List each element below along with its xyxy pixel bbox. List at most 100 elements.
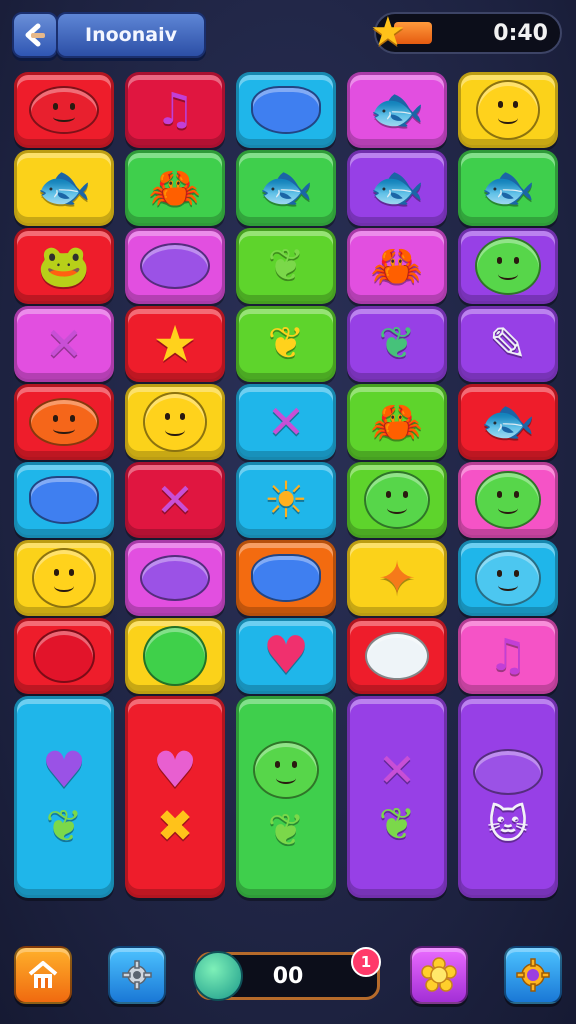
tile-c4-r4[interactable]: ❦ xyxy=(347,306,447,382)
green-blob-face-icon xyxy=(475,471,541,529)
green-ball-icon xyxy=(143,626,207,686)
blue-blob-face-icon xyxy=(475,550,541,606)
white-cat-icon: 🐱 xyxy=(487,802,529,848)
yellow-leaf-icon: ❦ xyxy=(267,318,305,369)
tile-c1-r2[interactable]: 🐟 xyxy=(14,150,114,226)
tile-c1-r3[interactable]: 🐸 xyxy=(14,228,114,304)
tile-c3-r6[interactable]: ☀ xyxy=(236,462,336,538)
orange-fish-icon: 🐟 xyxy=(36,162,92,213)
pencil-icon: ✎ xyxy=(488,317,528,371)
timer-value: 0:40 xyxy=(493,21,548,46)
tile-c4-r6[interactable] xyxy=(347,462,447,538)
tile-c2-r1[interactable]: ♫ xyxy=(125,72,225,148)
orange-x-icon: ✖ xyxy=(156,801,194,852)
options-button[interactable] xyxy=(504,946,562,1004)
green-blob-face-icon xyxy=(253,741,319,799)
tile-c2-r4[interactable]: ★ xyxy=(125,306,225,382)
star-icon: ★ xyxy=(152,315,198,373)
tile-c3-r7[interactable] xyxy=(236,540,336,616)
game-board: 🐟 🐸 ✕ ♥ ❦ ♫ 🦀 ★ ✕ ♥ ✖ 🐟 ❦ ❦ ✕ ☀ ♥ ❦ 🐟 🐟 🦀 ❦ 🦀 ✦ ✕ ❦ 🐟 ✎ 🐟 ♫ 🐱 xyxy=(14,72,562,898)
tile-c3-r4[interactable]: ❦ xyxy=(236,306,336,382)
orange-fish-icon: 🐟 xyxy=(258,162,314,213)
tile-c4-r8[interactable] xyxy=(347,618,447,694)
level-title: Inoonaiv xyxy=(56,12,206,58)
star-icon: ★ xyxy=(370,9,406,55)
tile-c3-r8[interactable]: ♥ xyxy=(236,618,336,694)
smiley-face-icon xyxy=(143,392,207,452)
tile-c2-r3[interactable] xyxy=(125,228,225,304)
tile-c4-r7[interactable]: ✦ xyxy=(347,540,447,616)
tile-c4-r5[interactable]: 🦀 xyxy=(347,384,447,460)
tile-c2-r8[interactable] xyxy=(125,618,225,694)
pink-heart-icon: ♥ xyxy=(262,626,310,686)
purple-heart-icon: ♥ xyxy=(41,741,87,799)
tile-c2-r9[interactable]: ♥ ✖ xyxy=(125,696,225,898)
music-note-icon: ♫ xyxy=(155,84,195,135)
yellow-crab-icon: 🦀 xyxy=(370,241,424,290)
tile-c3-r2[interactable]: 🐟 xyxy=(236,150,336,226)
tile-c4-r9[interactable]: ✕ ❦ xyxy=(347,696,447,898)
score-bar: 00 1 xyxy=(193,947,381,1001)
orange-fish-icon: 🐟 xyxy=(480,162,536,213)
white-shell-icon xyxy=(365,632,429,680)
tile-c2-r2[interactable]: 🦀 xyxy=(125,150,225,226)
tile-c5-r7[interactable] xyxy=(458,540,558,616)
tile-c5-r9[interactable]: 🐱 xyxy=(458,696,558,898)
smiley-face-icon xyxy=(32,548,96,608)
purple-fish-icon: 🐟 xyxy=(369,84,425,135)
crossed-wands-icon: ✕ xyxy=(44,317,84,371)
blue-fish-icon: 🐟 xyxy=(480,396,536,447)
purple-blob-icon xyxy=(473,749,543,795)
tile-c3-r9[interactable]: ❦ xyxy=(236,696,336,898)
tile-c4-r3[interactable]: 🦀 xyxy=(347,228,447,304)
orange-crab-icon: 🦀 xyxy=(148,163,202,212)
red-blob-face-icon xyxy=(29,86,99,134)
tile-c2-r7[interactable] xyxy=(125,540,225,616)
tile-c1-r4[interactable]: ✕ xyxy=(14,306,114,382)
level-title-text: Inoonaiv xyxy=(85,24,177,46)
crossed-wands-icon: ✕ xyxy=(155,473,195,527)
score-value: 00 xyxy=(272,964,304,989)
tile-c5-r3[interactable] xyxy=(458,228,558,304)
tile-c4-r2[interactable]: 🐟 xyxy=(347,150,447,226)
bonus-button[interactable] xyxy=(410,946,468,1004)
wrapped-candy-icon: ✦ xyxy=(377,551,417,605)
red-balloon-icon xyxy=(33,629,95,683)
tile-c1-r8[interactable] xyxy=(14,618,114,694)
tile-c5-r4[interactable]: ✎ xyxy=(458,306,558,382)
tile-c5-r2[interactable]: 🐟 xyxy=(458,150,558,226)
tile-c2-r5[interactable] xyxy=(125,384,225,460)
purple-blob-icon xyxy=(140,243,210,289)
tile-c2-r6[interactable]: ✕ xyxy=(125,462,225,538)
tile-c1-r5[interactable] xyxy=(14,384,114,460)
purple-blob-icon xyxy=(140,555,210,601)
flower-icon xyxy=(421,957,457,992)
back-button[interactable] xyxy=(12,12,58,58)
crossed-wands-icon: ✕ xyxy=(266,395,306,449)
settings-button[interactable] xyxy=(108,946,166,1004)
tile-c5-r6[interactable] xyxy=(458,462,558,538)
tile-c1-r6[interactable] xyxy=(14,462,114,538)
tile-c3-r3[interactable]: ❦ xyxy=(236,228,336,304)
tile-c1-r7[interactable] xyxy=(14,540,114,616)
leaf-icon: ❦ xyxy=(378,799,416,850)
blue-heart-gem-icon xyxy=(29,476,99,524)
smiley-face-icon xyxy=(476,80,540,140)
music-note-icon: ♫ xyxy=(488,630,528,681)
green-frog-icon: 🐸 xyxy=(37,241,91,290)
tile-c5-r8[interactable]: ♫ xyxy=(458,618,558,694)
tile-c3-r1[interactable] xyxy=(236,72,336,148)
tile-c1-r9[interactable]: ♥ ❦ xyxy=(14,696,114,898)
score-badge: 1 xyxy=(351,947,381,977)
tile-c3-r5[interactable]: ✕ xyxy=(236,384,336,460)
tile-c1-r1[interactable] xyxy=(14,72,114,148)
gear-icon xyxy=(122,960,152,990)
tile-c4-r1[interactable]: 🐟 xyxy=(347,72,447,148)
home-icon xyxy=(28,961,58,988)
blue-heart-gem-icon xyxy=(251,86,321,134)
cog-icon xyxy=(516,958,550,992)
tile-c5-r1[interactable] xyxy=(458,72,558,148)
home-button[interactable] xyxy=(14,946,72,1004)
green-leaf-icon: ❦ xyxy=(378,318,416,369)
tile-c5-r5[interactable]: 🐟 xyxy=(458,384,558,460)
